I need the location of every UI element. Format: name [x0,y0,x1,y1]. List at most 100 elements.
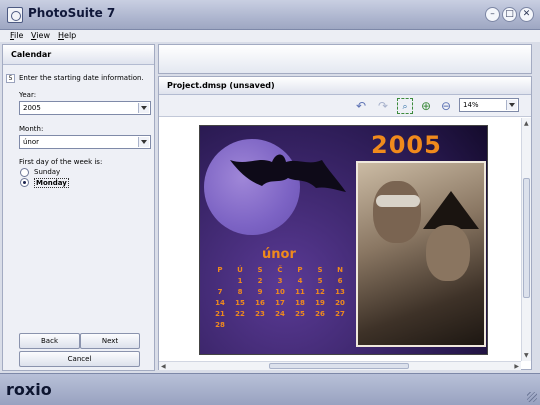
day-cell: 14 [215,299,225,307]
card-month: únor [262,247,296,262]
day-cell: 15 [235,299,245,307]
day-cell: 28 [215,321,225,329]
bat-graphic [230,154,346,192]
year-label: Year: [19,91,37,99]
day-cell: 12 [315,288,325,296]
instruction-text: Enter the starting date information. [19,74,144,82]
menu-view[interactable]: View [31,31,50,40]
day-cell: 26 [315,310,325,318]
calendar-grid: P Ú S Č P S N 1 2 3 4 5 6 7 8 9 10 11 12… [210,266,350,332]
weekday: Ú [237,266,243,274]
menu-file[interactable]: File [10,31,23,40]
year-value: 2005 [23,104,41,112]
month-label: Month: [19,125,44,133]
vertical-scroll-thumb[interactable] [523,178,530,298]
app-title: PhotoSuite 7 [28,6,116,20]
horizontal-scrollbar[interactable]: ◀ ▶ [159,361,521,370]
day-cell: 11 [295,288,305,296]
day-cell: 24 [275,310,285,318]
horizontal-scroll-thumb[interactable] [269,363,409,369]
day-cell: 8 [237,288,243,296]
week-row: 7 8 9 10 11 12 13 [210,288,350,299]
scroll-right-icon[interactable]: ▶ [514,363,519,370]
radio-sunday[interactable] [20,168,29,177]
day-cell [330,321,350,332]
back-button[interactable]: Back [19,333,80,349]
chevron-down-icon[interactable] [138,137,149,147]
redo-icon[interactable]: ↷ [375,98,391,114]
day-cell: 18 [295,299,305,307]
zoom-out-icon[interactable]: ⊖ [438,98,454,114]
day-cell: 23 [255,310,265,318]
preview-canvas[interactable]: 2005 únor P Ú S Č P S N 1 2 3 4 5 6 7 8 … [159,118,521,361]
weekday: N [337,266,343,274]
next-button[interactable]: Next [80,333,140,349]
zoom-select-icon[interactable]: ⌕ [397,98,413,114]
day-cell [210,277,230,288]
weekday: Č [277,266,283,274]
day-cell: 27 [335,310,345,318]
day-cell: 13 [335,288,345,296]
month-select[interactable]: únor [19,135,151,149]
calendar-panel: Calendar 5 Enter the starting date infor… [2,44,155,371]
chevron-down-icon[interactable] [138,103,149,113]
day-cell: 7 [217,288,223,296]
preview-toolbar: ↶ ↷ ⌕ ⊕ ⊖ 14% [159,95,531,117]
close-button[interactable]: ✕ [519,7,534,22]
resize-grip-icon[interactable] [527,392,537,402]
panel-title: Calendar [3,45,154,65]
family-photo [356,161,486,347]
witch-hat [423,191,479,229]
day-cell: 16 [255,299,265,307]
day-cell: 21 [215,310,225,318]
menu-help[interactable]: Help [58,31,76,40]
undo-icon[interactable]: ↶ [353,98,369,114]
zoom-in-icon[interactable]: ⊕ [418,98,434,114]
day-cell [230,321,250,332]
day-cell: 2 [257,277,263,285]
minimize-button[interactable]: – [485,7,500,22]
day-cell: 25 [295,310,305,318]
day-cell: 6 [337,277,343,285]
zoom-select[interactable]: 14% [459,98,519,112]
day-cell [310,321,330,332]
status-bar: roxio [0,373,540,405]
right-top-strip [158,44,532,74]
day-cell: 4 [297,277,303,285]
day-cell: 22 [235,310,245,318]
day-cell: 17 [275,299,285,307]
year-select[interactable]: 2005 [19,101,151,115]
cancel-button[interactable]: Cancel [19,351,140,367]
weekday: S [317,266,323,274]
week-row: 14 15 16 17 18 19 20 [210,299,350,310]
day-cell: 1 [237,277,243,285]
week-row: 1 2 3 4 5 6 [210,277,350,288]
calendar-card: 2005 únor P Ú S Č P S N 1 2 3 4 5 6 7 8 … [199,125,488,355]
vertical-scrollbar[interactable]: ▲ ▼ [521,118,531,361]
mask-graphic [376,195,420,207]
chevron-down-icon[interactable] [506,100,517,110]
weekday: S [257,266,263,274]
day-cell: 3 [277,277,283,285]
step-number: 5 [6,74,15,83]
card-year: 2005 [371,131,442,159]
day-cell [270,321,290,332]
weekday: P [297,266,303,274]
scroll-up-icon[interactable]: ▲ [524,120,529,127]
day-cell: 5 [317,277,323,285]
radio-sunday-label[interactable]: Sunday [34,168,60,176]
scroll-down-icon[interactable]: ▼ [524,352,529,359]
scroll-left-icon[interactable]: ◀ [161,363,166,370]
radio-monday-label[interactable]: Monday [34,178,69,188]
app-icon [7,7,23,23]
project-title: Project.dmsp (unsaved) [159,77,531,95]
week-start-label: First day of the week is: [19,158,103,166]
maximize-button[interactable]: □ [502,7,517,22]
menu-bar: File View Help [0,30,540,42]
day-cell: 19 [315,299,325,307]
day-cell [250,321,270,332]
day-cell: 10 [275,288,285,296]
weekday-row: P Ú S Č P S N [210,266,350,277]
radio-monday[interactable] [20,178,29,187]
zoom-value: 14% [463,101,479,109]
